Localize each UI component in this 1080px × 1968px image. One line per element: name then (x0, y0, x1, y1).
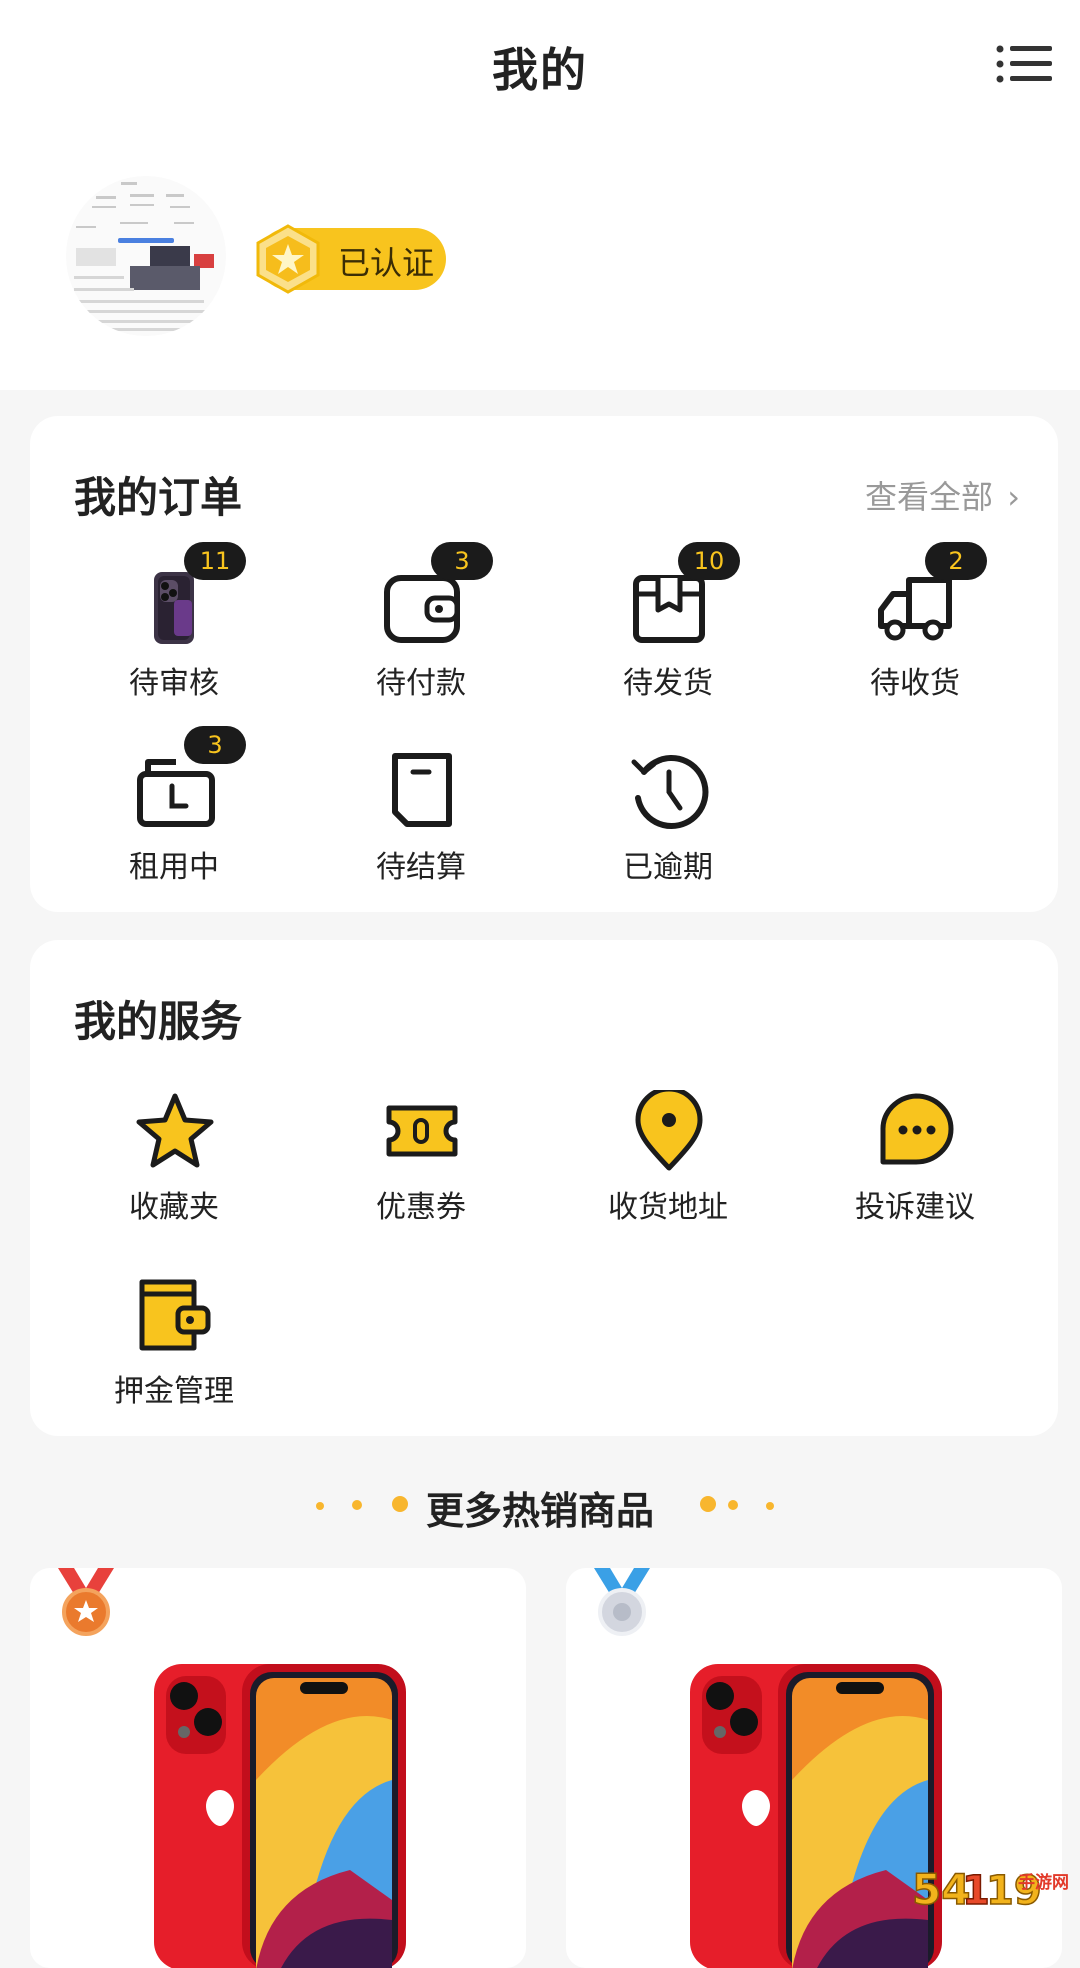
order-label: 待收货 (815, 658, 1015, 702)
services-title: 我的服务 (74, 988, 242, 1049)
order-label: 已逾期 (568, 842, 768, 886)
decor-dot (766, 1502, 774, 1510)
product-card[interactable] (30, 1568, 526, 1968)
service-favorites[interactable]: 收藏夹 (74, 1090, 274, 1240)
view-all-label: 查看全部 (865, 478, 993, 516)
service-address[interactable]: 收货地址 (568, 1090, 768, 1240)
bronze-medal-icon (52, 1568, 120, 1638)
service-label: 收货地址 (568, 1182, 768, 1226)
hot-products-heading: 更多热销商品 (0, 1480, 1080, 1540)
page-title: 我的 (0, 34, 1080, 100)
avatar[interactable] (66, 176, 226, 336)
order-count-badge: 3 (184, 726, 246, 764)
verified-label: 已认证 (338, 238, 434, 284)
orders-title: 我的订单 (74, 464, 242, 525)
decor-dot (700, 1496, 716, 1512)
orders-card: 我的订单 查看全部 › 11 待审核 3 待付款 10 待发货 (30, 416, 1058, 912)
service-label: 收藏夹 (74, 1182, 274, 1226)
order-count-badge: 2 (925, 542, 987, 580)
services-card: 我的服务 收藏夹 优惠券 收货地址 投诉建议 (30, 940, 1058, 1436)
verified-badge: 已认证 (258, 228, 446, 290)
product-image (686, 1660, 946, 1968)
order-label: 待付款 (321, 658, 521, 702)
order-label: 租用中 (74, 842, 274, 886)
service-coupons[interactable]: 优惠券 (321, 1090, 521, 1240)
chevron-right-icon: › (1007, 478, 1020, 516)
coupon-icon (381, 1090, 463, 1172)
order-count-badge: 11 (184, 542, 246, 580)
hot-products-title: 更多热销商品 (0, 1480, 1080, 1535)
deposit-wallet-icon (134, 1274, 216, 1356)
watermark-logo: 54 1 19 手游网 (912, 1862, 1072, 1914)
order-pending-settlement[interactable]: 待结算 (321, 750, 521, 900)
history-icon (628, 750, 710, 832)
order-label: 待结算 (321, 842, 521, 886)
order-pending-shipment[interactable]: 10 待发货 (568, 566, 768, 716)
silver-medal-icon (588, 1568, 656, 1638)
service-feedback[interactable]: 投诉建议 (815, 1090, 1015, 1240)
service-label: 投诉建议 (815, 1182, 1015, 1226)
decor-dot (728, 1500, 738, 1510)
star-badge-icon (254, 224, 322, 294)
order-pending-receipt[interactable]: 2 待收货 (815, 566, 1015, 716)
profile-header: 我的 已认证 (0, 0, 1080, 390)
order-renting[interactable]: 3 租用中 (74, 750, 274, 900)
order-count-badge: 10 (678, 542, 740, 580)
svg-text:手游网: 手游网 (1018, 1872, 1069, 1893)
order-overdue[interactable]: 已逾期 (568, 750, 768, 900)
order-count-badge: 3 (431, 542, 493, 580)
service-label: 押金管理 (74, 1366, 274, 1410)
product-image (150, 1660, 410, 1968)
service-deposit[interactable]: 押金管理 (74, 1274, 274, 1424)
order-label: 待审核 (74, 658, 274, 702)
location-pin-icon (628, 1090, 710, 1172)
star-icon (134, 1090, 216, 1172)
view-all-link[interactable]: 查看全部 › (865, 472, 1020, 518)
settlement-icon (381, 750, 463, 832)
order-label: 待发货 (568, 658, 768, 702)
service-label: 优惠券 (321, 1182, 521, 1226)
order-pending-payment[interactable]: 3 待付款 (321, 566, 521, 716)
chat-bubble-icon (875, 1090, 957, 1172)
order-pending-review[interactable]: 11 待审核 (74, 566, 274, 716)
list-menu-icon[interactable] (996, 44, 1052, 84)
